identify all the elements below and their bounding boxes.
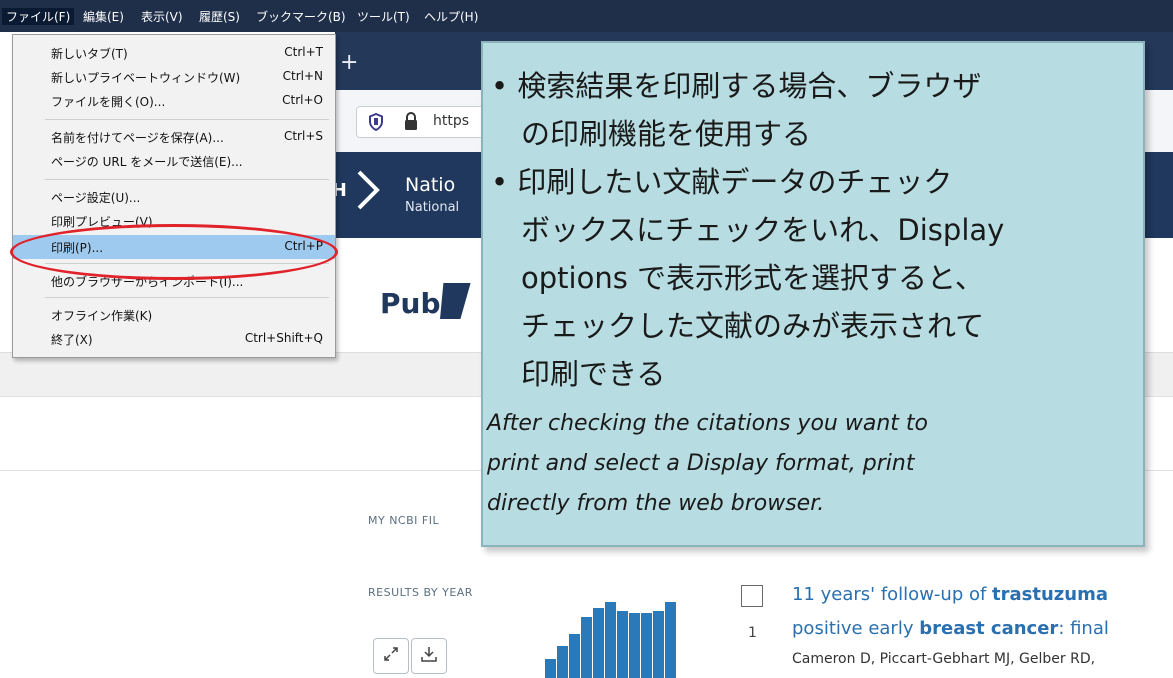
result-title-text: 11 years' follow-up of: [792, 584, 993, 605]
menu-item-label: 名前を付けてページを保存(A)...: [51, 131, 224, 145]
menu-file[interactable]: ファイル(F): [2, 8, 75, 25]
callout-english-line-1: After checking the citations you want to: [487, 411, 928, 436]
menu-item-label: ページの URL をメールで送信(E)...: [51, 155, 243, 169]
callout-bullet-2-line-5: 印刷できる: [521, 357, 666, 391]
menu-view[interactable]: 表示(V): [141, 8, 183, 25]
menu-item-shortcut: Ctrl+S: [283, 129, 323, 143]
download-icon: [420, 645, 438, 667]
menu-edit[interactable]: 編集(E): [83, 8, 124, 25]
menu-help[interactable]: ヘルプ(H): [424, 8, 478, 25]
menu-item-page-setup[interactable]: ページ設定(U)...: [13, 185, 335, 209]
menu-item-shortcut: Ctrl+T: [284, 45, 323, 59]
menu-history[interactable]: 履歴(S): [199, 8, 240, 25]
nih-subtitle: National: [405, 200, 460, 215]
callout-bullet-2-line-3: options で表示形式を選択すると、: [521, 261, 984, 295]
menu-item-label: 終了(X): [51, 333, 93, 347]
year-bar[interactable]: [581, 617, 592, 678]
callout-english-line-2: print and select a Display format, print: [487, 451, 915, 476]
instruction-callout: • 検索結果を印刷する場合、ブラウザ の印刷機能を使用する • 印刷したい文献デ…: [481, 41, 1145, 547]
year-bar[interactable]: [593, 608, 604, 678]
year-bar[interactable]: [653, 611, 664, 678]
callout-bullet-1-line-1: • 検索結果を印刷する場合、ブラウザ: [491, 69, 982, 103]
download-chart-button[interactable]: [411, 638, 447, 674]
year-bar[interactable]: [629, 613, 640, 678]
my-ncbi-filters-label: MY NCBI FIL: [368, 514, 440, 527]
year-bar[interactable]: [557, 646, 568, 678]
year-bar[interactable]: [569, 634, 580, 678]
result-title-line1[interactable]: 11 years' follow-up of trastuzuma: [792, 584, 1108, 605]
result-title-keyword: trastuzuma: [992, 584, 1109, 605]
print-annotation-ellipse: [10, 224, 338, 280]
menu-separator: [45, 297, 329, 298]
lock-icon: [403, 111, 419, 135]
expand-chart-button[interactable]: [373, 638, 409, 674]
callout-english-line-3: directly from the web browser.: [487, 491, 825, 516]
year-bar[interactable]: [665, 602, 676, 678]
menu-bar: ファイル(F) 編集(E) 表示(V) 履歴(S) ブックマーク(B) ツール(…: [0, 0, 1173, 32]
menu-item-label: ファイルを開く(O)...: [51, 95, 166, 109]
shield-icon[interactable]: [368, 112, 384, 135]
menu-item-email-link[interactable]: ページの URL をメールで送信(E)...: [13, 149, 335, 173]
menu-item-open-file[interactable]: ファイルを開く(O)... Ctrl+O: [13, 89, 335, 113]
menu-item-label: 新しいプライベートウィンドウ(W): [51, 71, 241, 85]
results-by-year-label: RESULTS BY YEAR: [368, 586, 473, 599]
menu-item-label: ページ設定(U)...: [51, 191, 141, 205]
year-bar[interactable]: [641, 613, 652, 678]
pubmed-logo[interactable]: Pub: [380, 287, 441, 320]
pubmed-logo-mark: [440, 283, 471, 319]
year-bar[interactable]: [545, 659, 556, 678]
result-checkbox[interactable]: [741, 585, 763, 607]
menu-separator: [45, 179, 329, 180]
result-title-text: : final: [1058, 618, 1109, 639]
callout-bullet-2-line-1: • 印刷したい文献データのチェック: [491, 165, 953, 199]
result-title-keyword: breast cancer: [919, 618, 1059, 639]
expand-icon: [383, 646, 399, 666]
result-number: 1: [748, 625, 757, 641]
menu-item-save-page[interactable]: 名前を付けてページを保存(A)... Ctrl+S: [13, 125, 335, 149]
year-bar[interactable]: [605, 602, 616, 678]
results-by-year-chart: [545, 596, 685, 678]
menu-item-new-tab[interactable]: 新しいタブ(T) Ctrl+T: [13, 41, 335, 65]
result-title-text: positive early: [792, 618, 920, 639]
menu-item-shortcut: Ctrl+N: [282, 69, 323, 83]
menu-item-exit[interactable]: 終了(X) Ctrl+Shift+Q: [13, 327, 335, 351]
menu-item-label: オフライン作業(K): [51, 309, 153, 323]
menu-bookmarks[interactable]: ブックマーク(B): [256, 8, 346, 25]
menu-separator: [45, 119, 329, 120]
nih-chevron-icon: [356, 170, 380, 210]
callout-bullet-1-line-2: の印刷機能を使用する: [521, 117, 812, 151]
menu-item-shortcut: Ctrl+O: [282, 93, 323, 107]
new-tab-button[interactable]: +: [340, 52, 358, 74]
menu-item-shortcut: Ctrl+Shift+Q: [244, 331, 323, 345]
nih-title: Natio: [405, 174, 456, 196]
file-menu-dropdown: 新しいタブ(T) Ctrl+T 新しいプライベートウィンドウ(W) Ctrl+N フ…: [12, 34, 336, 358]
result-title-line2[interactable]: positive early breast cancer: final: [792, 618, 1109, 639]
callout-bullet-2-line-2: ボックスにチェックをいれ、Display: [521, 213, 1005, 247]
menu-item-work-offline[interactable]: オフライン作業(K): [13, 303, 335, 327]
menu-item-new-private-window[interactable]: 新しいプライベートウィンドウ(W) Ctrl+N: [13, 65, 335, 89]
menu-tools[interactable]: ツール(T): [357, 8, 410, 25]
url-text: https: [433, 113, 470, 129]
year-bar[interactable]: [617, 611, 628, 678]
callout-bullet-2-line-4: チェックした文献のみが表示されて: [521, 309, 985, 343]
menu-item-label: 新しいタブ(T): [51, 47, 128, 61]
result-authors: Cameron D, Piccart-Gebhart MJ, Gelber RD…: [792, 651, 1096, 667]
